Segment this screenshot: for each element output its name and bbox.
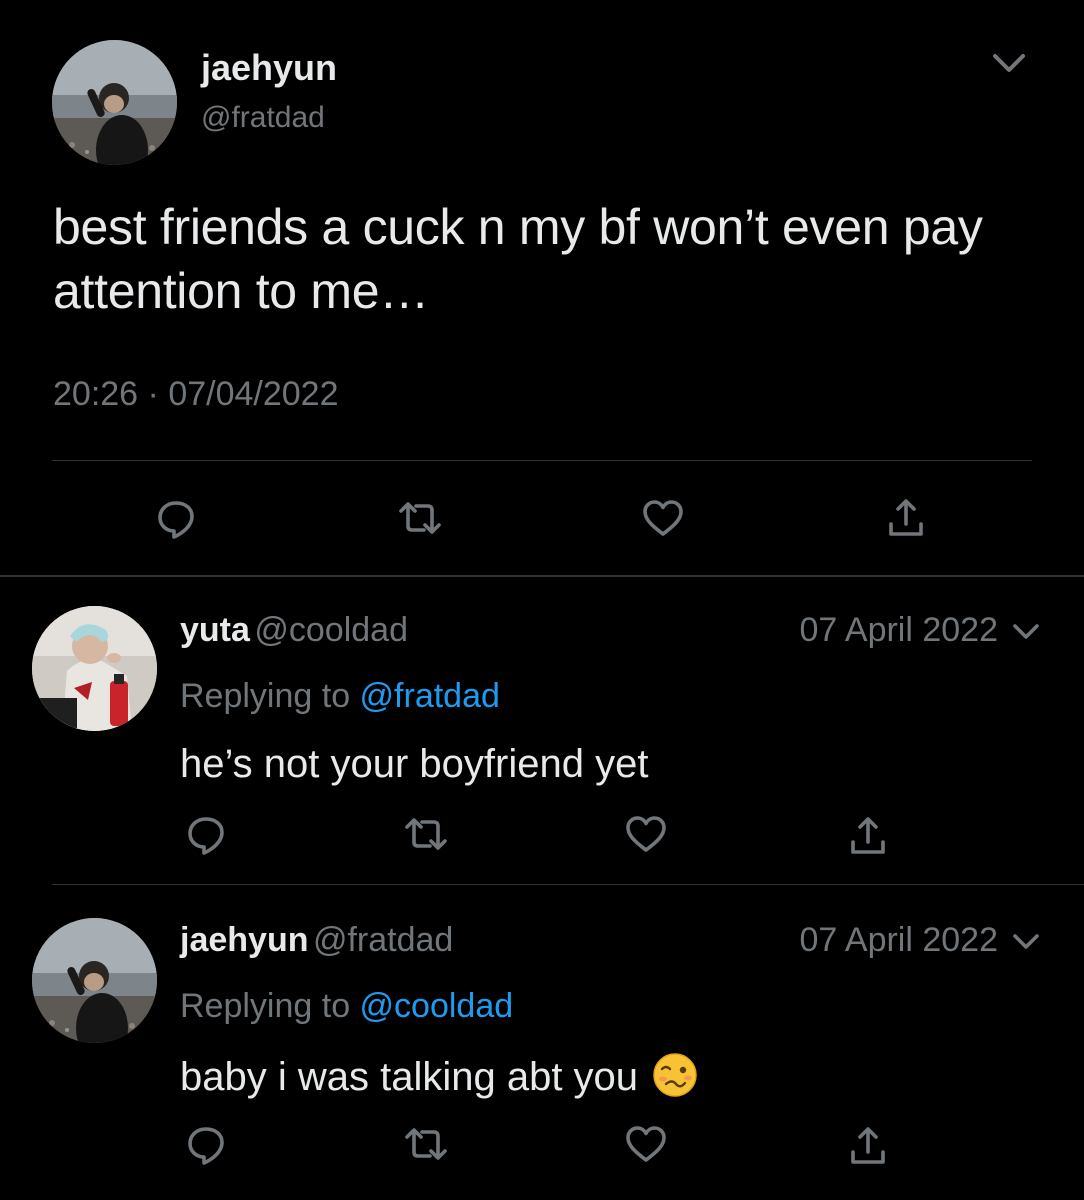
main-tweet-avatar[interactable] [52,40,177,165]
reply-1-header: yuta @cooldad [180,610,408,650]
reply-2-retweet-button[interactable] [396,1114,456,1174]
main-retweet-button[interactable] [390,488,450,548]
share-icon [889,499,923,536]
replying-to-prefix: Replying to [180,677,360,715]
reply-2-text: baby i was talking abt you [180,1055,639,1099]
main-tweet-handle[interactable]: @fratdad [201,100,325,136]
beach-photo-avatar [32,918,157,1043]
retweet-icon [405,818,447,850]
reply-1-avatar[interactable] [32,606,157,731]
reply-1-like-button[interactable] [616,804,676,864]
replying-to-prefix: Replying to [180,987,360,1025]
reply-1-date[interactable]: 07 April 2022 [800,610,999,650]
main-like-button[interactable] [633,488,693,548]
reply-1-mention-link[interactable]: @fratdad [360,677,500,715]
reply-icon [188,1127,224,1165]
reply-2-header: jaehyun @fratdad [180,920,453,960]
reply-2-display-name[interactable]: jaehyun [180,921,308,959]
reply-1-more-chevron-icon[interactable] [1008,614,1044,650]
like-icon [626,1126,666,1162]
timestamp-separator: · [147,375,159,413]
main-reply-button[interactable] [146,488,206,548]
reply-2-date[interactable]: 07 April 2022 [800,920,999,960]
main-tweet-more-chevron-icon[interactable] [985,42,1033,82]
woozy-face-emoji-icon [652,1052,698,1098]
share-icon [851,1127,885,1164]
reply-2-mention-link[interactable]: @cooldad [360,987,514,1025]
main-tweet-display-name[interactable]: jaehyun [201,48,337,88]
reply-2-more-chevron-icon[interactable] [1008,924,1044,960]
retweet-icon [399,502,441,534]
reply-2-share-button[interactable] [838,1116,898,1176]
blonde-photo-avatar [32,606,157,731]
reply-1-replying-to: Replying to @fratdad [180,676,500,716]
like-icon [643,500,683,536]
retweet-icon [405,1128,447,1160]
thread-divider [0,575,1084,577]
beach-photo-avatar [52,40,177,165]
share-icon [851,817,885,854]
reply-1-handle[interactable]: @cooldad [254,611,408,649]
reply-2-replying-to: Replying to @cooldad [180,986,513,1026]
main-tweet-divider [52,460,1032,461]
reply-1-reply-button[interactable] [176,804,236,864]
main-share-button[interactable] [876,488,936,548]
reply-icon [158,501,194,539]
reply-2-like-button[interactable] [616,1114,676,1174]
reply-2-reply-button[interactable] [176,1114,236,1174]
main-tweet-text: best friends a cuck n my bf won’t even p… [53,199,983,319]
main-tweet-time: 20:26 [53,375,139,413]
reply-icon [188,817,224,855]
reply-1-share-button[interactable] [838,806,898,866]
reply-1-divider [52,884,1084,885]
reply-1-retweet-button[interactable] [396,804,456,864]
reply-2-handle[interactable]: @fratdad [313,921,453,959]
reply-1-display-name[interactable]: yuta [180,611,250,649]
reply-2-text-row: baby i was talking abt you [180,1052,698,1101]
main-tweet-date: 07/04/2022 [168,375,339,413]
main-tweet-timestamp[interactable]: 20:26 · 07/04/2022 [53,372,339,416]
reply-1-text: he’s not your boyfriend yet [180,742,649,786]
reply-2-avatar[interactable] [32,918,157,1043]
like-icon [626,816,666,852]
